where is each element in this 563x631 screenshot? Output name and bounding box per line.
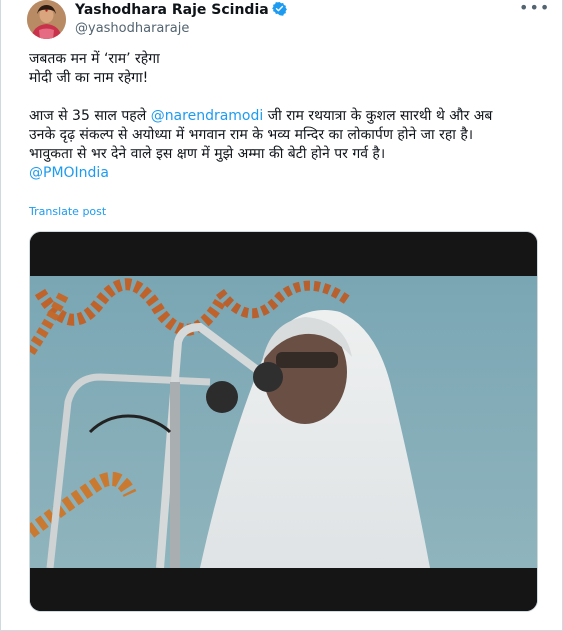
verified-badge-icon [271,1,287,16]
post-header: Yashodhara Raje Scindia @yashodhararaje … [27,0,549,44]
author-name[interactable]: Yashodhara Raje Scindia [75,1,287,18]
video-frame-image [30,232,537,611]
post-video[interactable] [29,231,538,612]
post-line-5: भावुकता से भर देने वाले इस क्षण में मुझे… [29,146,386,162]
post-line-3: आज से 35 साल पहले @narendramodi जी राम र… [29,107,549,126]
post-line-2: मोदी जी का नाम रहेगा! [29,70,149,86]
translate-post-link[interactable]: Translate post [29,205,106,218]
post-line-4: उनके दृढ़ संकल्प से अयोध्या में भगवान रा… [29,127,474,143]
post-line-3-text-end: जी राम रथयात्रा के कुशल सारथी थे और अब [263,108,493,124]
post-line-3-text-start: आज से 35 साल पहले [29,108,151,124]
author-display-name: Yashodhara Raje Scindia [75,2,269,18]
mention-pmoindia-link[interactable]: @PMOIndia [29,164,549,183]
avatar[interactable] [27,0,66,39]
post-text: जबतक मन में ‘राम’ रहेगा मोदी जी का नाम र… [29,50,549,183]
author-handle[interactable]: @yashodhararaje [75,21,189,36]
more-options-icon[interactable]: ••• [519,0,549,18]
mention-narendramodi-link[interactable]: @narendramodi [151,108,264,124]
post-line-1: जबतक मन में ‘राम’ रहेगा [29,51,160,67]
avatar-image [27,0,66,39]
post-card: Yashodhara Raje Scindia @yashodhararaje … [0,0,563,631]
